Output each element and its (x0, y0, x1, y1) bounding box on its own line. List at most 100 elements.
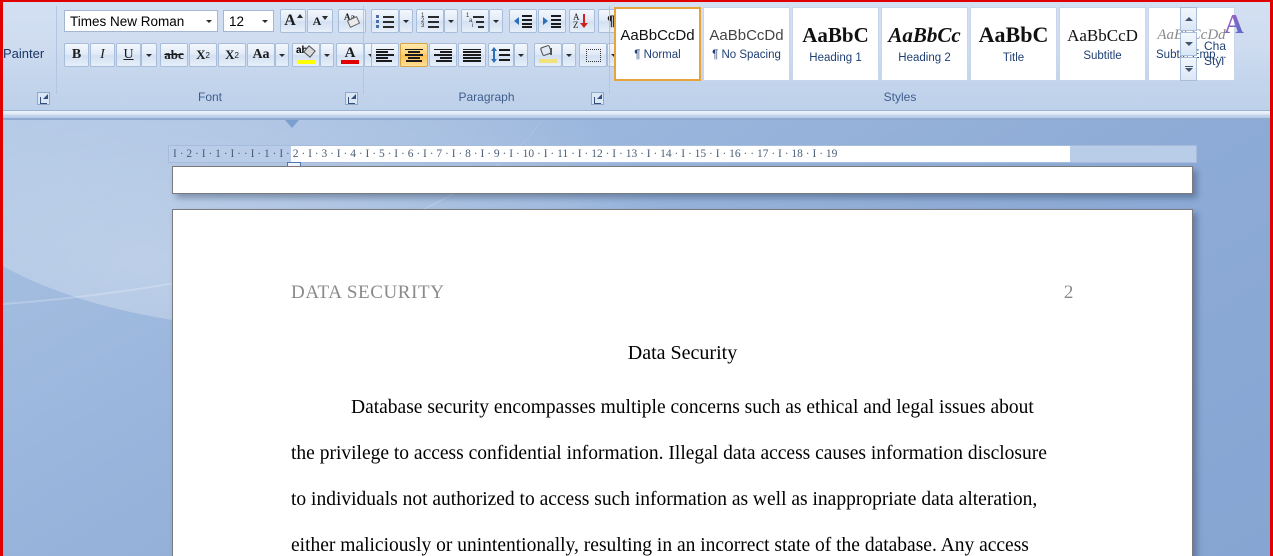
body-line: Database security encompasses multiple c… (351, 397, 1034, 418)
bullets-button[interactable] (371, 9, 399, 33)
change-styles-button[interactable]: A Cha Styl (1202, 7, 1266, 81)
underline-label: U (123, 47, 134, 62)
align-center-icon (405, 48, 423, 62)
styles-group-label: Styles (883, 90, 917, 104)
increase-indent-icon (543, 14, 561, 28)
font-color-button[interactable]: A (336, 43, 364, 67)
multilevel-list-button[interactable]: 1 a i (461, 9, 489, 33)
bullets-dropdown-arrow[interactable] (399, 9, 413, 33)
style-tile-title[interactable]: AaBbC Title (970, 7, 1057, 81)
styles-gallery-scroll[interactable] (1180, 7, 1197, 81)
ribbon-group-font: Times New Roman 12 A A Aa B I U abc X 2 … (57, 2, 378, 108)
paragraph-dialog-launcher[interactable] (591, 92, 604, 105)
align-left-button[interactable] (371, 43, 399, 67)
format-painter-label[interactable]: Painter (3, 46, 44, 61)
italic-button[interactable]: I (90, 43, 115, 67)
justify-button[interactable] (458, 43, 486, 67)
change-case-dropdown-arrow[interactable] (275, 43, 289, 67)
style-name: Subtitle (1083, 49, 1122, 62)
change-styles-label-line2: Styl (1204, 54, 1225, 68)
font-size-value: 12 (229, 13, 245, 29)
styles-scroll-down-button[interactable] (1180, 32, 1197, 56)
borders-button[interactable] (579, 43, 607, 67)
line-spacing-dropdown-arrow[interactable] (514, 43, 528, 67)
styles-gallery[interactable]: AaBbCcDd ¶ Normal AaBbCcDd ¶ No Spacing … (614, 7, 1235, 81)
subscript-button[interactable]: X2 (189, 43, 217, 67)
word-application-window: Painter Times New Roman 12 A A Aa B I U … (0, 0, 1273, 556)
style-preview: AaBbCcDd (709, 26, 784, 44)
highlight-dropdown-arrow[interactable] (320, 43, 334, 67)
font-name-input[interactable]: Times New Roman (64, 10, 218, 32)
more-icon (1184, 65, 1193, 73)
multilevel-list-icon: 1 a i (466, 13, 484, 29)
ribbon-bottom-separator (3, 111, 1270, 119)
clipboard-dialog-launcher[interactable] (37, 92, 50, 105)
bold-button[interactable]: B (64, 43, 89, 67)
numbered-list-icon: 1 2 3 (421, 13, 439, 29)
header-title-text: DATA SECURITY (291, 282, 445, 303)
font-size-input[interactable]: 12 (223, 10, 274, 32)
horizontal-ruler[interactable]: I · 2 · I · 1 · I · · I · 1 · I · 2 · I … (168, 145, 1197, 163)
highlighter-icon: ab (296, 45, 316, 64)
bullet-list-icon (376, 14, 394, 28)
shrink-font-button[interactable]: A (307, 9, 333, 33)
superscript-index: 2 (234, 50, 239, 60)
style-tile-no-spacing[interactable]: AaBbCcDd ¶ No Spacing (703, 7, 790, 81)
ribbon-group-paragraph: 1 2 3 1 a i A Z ¶ Paragraph (364, 2, 624, 108)
document-body[interactable]: Database security encompasses multiple c… (291, 385, 1074, 556)
clear-formatting-button[interactable]: Aa (338, 9, 366, 33)
numbering-button[interactable]: 1 2 3 (416, 9, 444, 33)
style-name: ¶ Normal (634, 48, 681, 61)
grow-font-label: A (284, 12, 296, 29)
line-spacing-icon (491, 47, 510, 63)
bold-label: B (71, 47, 82, 62)
chevron-up-icon (1184, 17, 1193, 21)
increase-indent-button[interactable] (538, 9, 566, 33)
subscript-label: X (196, 47, 206, 62)
align-center-button[interactable] (400, 43, 428, 67)
style-name: Heading 2 (898, 51, 951, 64)
styles-scroll-up-button[interactable] (1180, 7, 1197, 31)
shading-dropdown-arrow[interactable] (562, 43, 576, 67)
style-name: Heading 1 (809, 51, 862, 64)
underline-dropdown-arrow[interactable] (141, 43, 157, 67)
ribbon-group-clipboard: Painter (3, 2, 56, 108)
superscript-button[interactable]: X2 (218, 43, 246, 67)
line-spacing-button[interactable] (488, 43, 514, 67)
style-preview: AaBbCc (888, 22, 961, 47)
chevron-down-icon[interactable] (201, 11, 217, 31)
multilevel-dropdown-arrow[interactable] (489, 9, 503, 33)
ruler-tick-marks: I · 2 · I · 1 · I · · I · 1 · I · 2 · I … (173, 148, 838, 160)
ribbon: Painter Times New Roman 12 A A Aa B I U … (3, 2, 1270, 111)
decrease-indent-icon (514, 14, 532, 28)
change-case-button[interactable]: Aa (247, 43, 275, 67)
grow-font-button[interactable]: A (280, 9, 306, 33)
borders-icon (585, 48, 601, 62)
document-title: Data Security (627, 342, 738, 364)
font-color-label: A (344, 45, 356, 61)
text-highlight-button[interactable]: ab (292, 43, 320, 67)
align-right-button[interactable] (429, 43, 457, 67)
document-page-current[interactable]: DATA SECURITY 2 Data Security Database s… (172, 209, 1193, 556)
style-preview: AaBbCcD (1067, 25, 1138, 45)
style-tile-heading-1[interactable]: AaBbC Heading 1 (792, 7, 879, 81)
numbering-dropdown-arrow[interactable] (444, 9, 458, 33)
paragraph-group-label: Paragraph (458, 90, 515, 104)
shading-button[interactable] (534, 43, 562, 67)
style-tile-normal[interactable]: AaBbCcDd ¶ Normal (614, 7, 701, 81)
superscript-label: X (225, 47, 235, 62)
style-tile-subtitle[interactable]: AaBbCcD Subtitle (1059, 7, 1146, 81)
strikethrough-button[interactable]: abc (160, 43, 188, 67)
document-workspace: I · 2 · I · 1 · I · · I · 1 · I · 2 · I … (3, 120, 1270, 556)
change-styles-icon: A (1224, 9, 1244, 39)
decrease-indent-button[interactable] (509, 9, 537, 33)
style-tile-heading-2[interactable]: AaBbCc Heading 2 (881, 7, 968, 81)
style-preview: AaBbCcDd (620, 26, 695, 44)
underline-button[interactable]: U (116, 43, 141, 67)
font-dialog-launcher[interactable] (345, 92, 358, 105)
align-right-icon (434, 48, 452, 62)
first-line-indent-marker[interactable] (285, 120, 299, 128)
sort-button[interactable]: A Z (569, 9, 595, 33)
styles-more-button[interactable] (1180, 57, 1197, 81)
chevron-down-icon[interactable] (257, 11, 273, 31)
